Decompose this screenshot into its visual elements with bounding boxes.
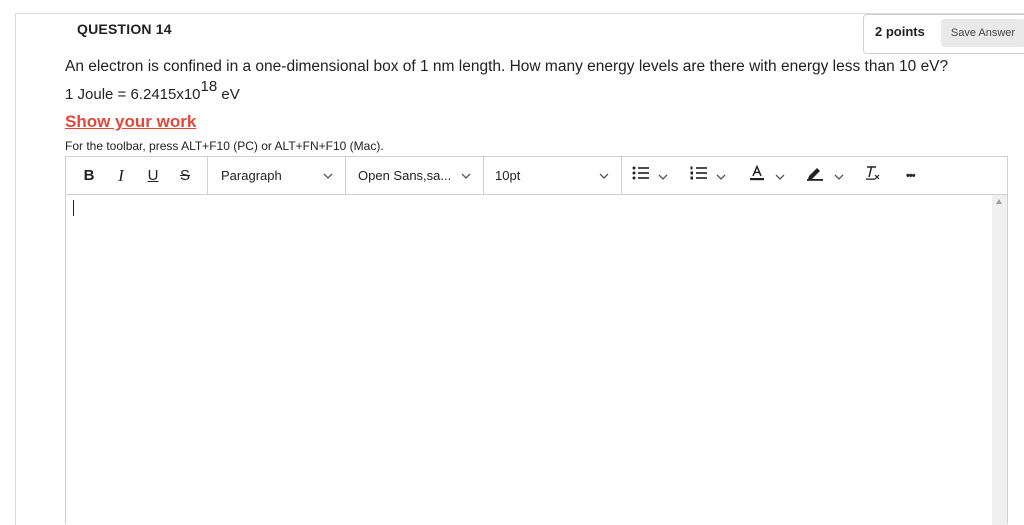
text-color-icon [749, 164, 765, 186]
points-panel: 2 points Save Answer [863, 14, 1024, 54]
strikethrough-button[interactable]: S [176, 157, 194, 194]
bulleted-list-icon [632, 166, 650, 185]
clear-formatting-button[interactable] [864, 157, 884, 194]
font-size-dropdown[interactable]: 10pt [484, 157, 621, 194]
editor-content-area[interactable] [66, 195, 992, 525]
block-format-value: Paragraph [221, 168, 282, 183]
font-size-value: 10pt [495, 168, 521, 183]
bold-button[interactable]: B [80, 157, 98, 194]
highlight-icon [806, 165, 824, 186]
conversion-exponent: 18 [200, 78, 218, 95]
show-your-work-label: Show your work [65, 112, 197, 131]
conversion-line: 1 Joule = 6.2415x1018 eV [65, 79, 240, 103]
conversion-prefix: 1 Joule = 6.2415x10 [65, 86, 201, 103]
chevron-down-icon [834, 167, 844, 185]
editor-scrollbar[interactable] [992, 195, 1007, 525]
chevron-down-icon [323, 170, 333, 182]
font-family-dropdown[interactable]: Open Sans,sa... [346, 157, 483, 194]
chevron-down-icon [599, 170, 609, 182]
underline-button[interactable]: U [144, 157, 162, 194]
chevron-down-icon [461, 170, 471, 182]
chevron-down-icon [775, 167, 785, 185]
numbered-list-button[interactable] [690, 157, 740, 194]
bulleted-list-button[interactable] [632, 157, 682, 194]
text-color-button[interactable] [749, 157, 799, 194]
block-format-dropdown[interactable]: Paragraph [208, 157, 345, 194]
editor-toolbar: B I U S Paragraph Open Sans,sa... 10pt •… [66, 157, 1007, 195]
save-answer-button[interactable]: Save Answer [941, 19, 1024, 47]
highlight-color-button[interactable] [806, 157, 856, 194]
font-family-value: Open Sans,sa... [358, 168, 452, 183]
italic-button[interactable]: I [112, 157, 130, 194]
more-icon[interactable]: ••• [906, 157, 926, 194]
chevron-down-icon [716, 167, 726, 185]
toolbar-separator [621, 157, 622, 194]
question-number: QUESTION 14 [77, 21, 172, 37]
rich-text-editor: B I U S Paragraph Open Sans,sa... 10pt •… [65, 156, 1008, 525]
clear-formatting-icon [864, 165, 880, 186]
text-caret [73, 200, 74, 216]
points-label: 2 points [875, 24, 925, 39]
scroll-up-icon[interactable] [996, 199, 1002, 204]
question-text: An electron is confined in a one-dimensi… [65, 58, 949, 75]
chevron-down-icon [658, 167, 668, 185]
conversion-suffix: eV [217, 86, 240, 103]
numbered-list-icon [690, 166, 708, 185]
toolbar-hint: For the toolbar, press ALT+F10 (PC) or A… [65, 139, 384, 153]
